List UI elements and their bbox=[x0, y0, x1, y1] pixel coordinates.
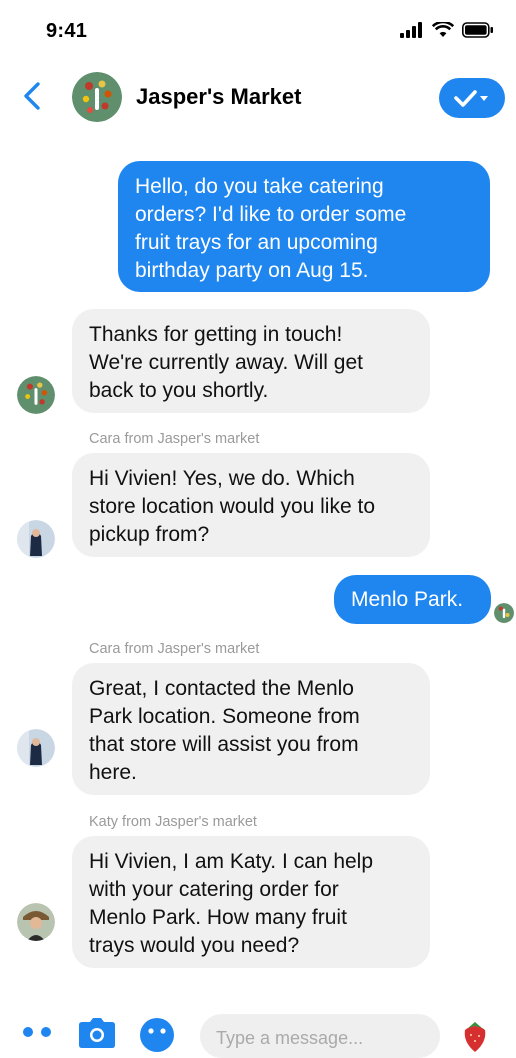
agent-avatar bbox=[17, 729, 55, 767]
message-line: fruit trays for an upcoming bbox=[135, 231, 378, 254]
chat-header: Jasper's Market bbox=[0, 64, 516, 130]
incoming-message[interactable]: Hi Vivien, I am Katy. I can help with yo… bbox=[72, 836, 430, 968]
more-dots-icon bbox=[23, 1027, 51, 1037]
jaspers-market-logo bbox=[72, 72, 122, 122]
business-avatar bbox=[17, 376, 55, 414]
wifi-icon bbox=[432, 22, 454, 37]
message-line: here. bbox=[89, 761, 137, 784]
message-line: back to you shortly. bbox=[89, 379, 269, 402]
sender-name: Cara from Jasper's market bbox=[89, 641, 260, 657]
sender-name: Katy from Jasper's market bbox=[89, 814, 257, 830]
message-line: store location would you like to bbox=[89, 495, 375, 518]
chevron-left-icon bbox=[24, 82, 40, 110]
signal-icon bbox=[400, 22, 422, 38]
message-line: orders? I'd like to order some bbox=[135, 203, 407, 226]
message-line: Park location. Someone from bbox=[89, 705, 360, 728]
back-button[interactable] bbox=[18, 78, 50, 114]
jaspers-market-logo bbox=[17, 376, 55, 414]
emoji-button[interactable] bbox=[140, 1018, 174, 1052]
message-input[interactable]: Type a message... bbox=[200, 1014, 440, 1058]
incoming-message[interactable]: Hi Vivien! Yes, we do. Which store locat… bbox=[72, 453, 430, 557]
agent-avatar bbox=[17, 520, 55, 558]
incoming-message[interactable]: Great, I contacted the Menlo Park locati… bbox=[72, 663, 430, 795]
message-line: Hello, do you take catering bbox=[135, 175, 384, 198]
agent-photo bbox=[17, 729, 55, 767]
message-line: We're currently away. Will get bbox=[89, 351, 363, 374]
conversation-title[interactable]: Jasper's Market bbox=[136, 84, 301, 110]
status-icons bbox=[400, 22, 494, 38]
message-line: Menlo Park. bbox=[351, 588, 464, 611]
sender-name: Cara from Jasper's market bbox=[89, 431, 260, 447]
more-button[interactable] bbox=[20, 1024, 54, 1040]
agent-photo bbox=[17, 903, 55, 941]
message-line: birthday party on Aug 15. bbox=[135, 259, 369, 282]
outgoing-message[interactable]: Hello, do you take catering orders? I'd … bbox=[118, 161, 490, 292]
status-time: 9:41 bbox=[46, 20, 88, 42]
message-line: Hi Vivien, I am Katy. I can help bbox=[89, 850, 374, 873]
incoming-message[interactable]: Thanks for getting in touch! We're curre… bbox=[72, 309, 430, 413]
jaspers-market-logo bbox=[494, 603, 514, 623]
message-line: that store will assist you from bbox=[89, 733, 359, 756]
business-avatar[interactable] bbox=[72, 72, 122, 122]
camera-button[interactable] bbox=[78, 1018, 116, 1048]
message-input-placeholder: Type a message... bbox=[216, 1028, 364, 1048]
message-line: Menlo Park. How many fruit bbox=[89, 906, 347, 929]
message-line: trays would you need? bbox=[89, 934, 300, 957]
message-line: Thanks for getting in touch! bbox=[89, 323, 343, 346]
strawberry-icon bbox=[464, 1022, 486, 1052]
message-line: with your catering order for bbox=[89, 878, 339, 901]
outgoing-message[interactable]: Menlo Park. bbox=[334, 575, 491, 624]
camera-icon bbox=[79, 1018, 115, 1048]
message-line: Great, I contacted the Menlo bbox=[89, 677, 354, 700]
composer-bar: Type a message... bbox=[0, 1004, 516, 1058]
message-line: pickup from? bbox=[89, 523, 210, 546]
checkmark-dropdown-icon bbox=[454, 90, 488, 107]
mark-done-button[interactable] bbox=[439, 78, 505, 118]
agent-avatar bbox=[17, 903, 55, 941]
sticker-button[interactable] bbox=[459, 1018, 491, 1052]
status-bar: 9:41 bbox=[0, 0, 516, 64]
emoji-icon bbox=[140, 1018, 174, 1052]
battery-icon bbox=[462, 22, 493, 38]
message-line: Hi Vivien! Yes, we do. Which bbox=[89, 467, 355, 490]
read-receipt-avatar bbox=[494, 603, 514, 623]
agent-photo bbox=[17, 520, 55, 558]
